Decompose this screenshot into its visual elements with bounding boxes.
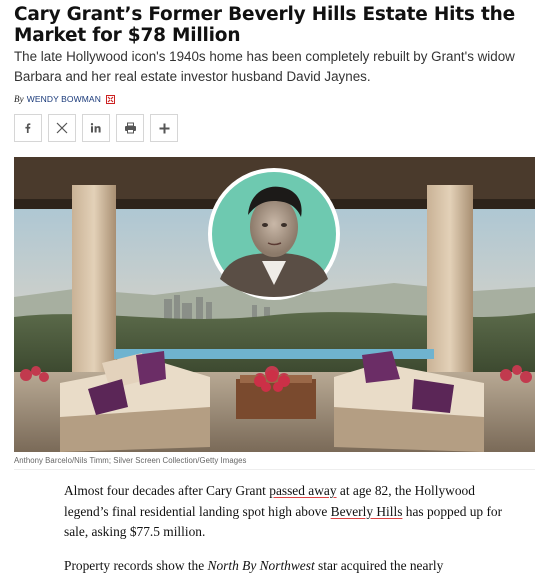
x-icon <box>56 122 68 134</box>
article-dek: The late Hollywood icon's 1940s home has… <box>14 49 515 84</box>
print-button[interactable] <box>116 114 144 142</box>
beverly-hills-link[interactable]: Beverly Hills <box>331 504 403 519</box>
paragraph-text: star acquired the nearly <box>314 558 444 573</box>
article-paragraph-2: Property records show the North By North… <box>64 556 504 577</box>
passed-away-link[interactable]: passed away <box>269 483 336 498</box>
photo-caption: Anthony Barcelo/Nils Timm; Silver Screen… <box>14 456 247 465</box>
paragraph-text: Almost four decades after Cary Grant <box>64 483 270 498</box>
x-share-button[interactable] <box>48 114 76 142</box>
paragraph-text: Property records show the <box>64 558 208 573</box>
plus-icon <box>159 123 169 133</box>
hero-image <box>14 157 535 452</box>
author-profile-icon[interactable] <box>105 94 115 104</box>
share-toolbar <box>14 114 178 142</box>
author-link[interactable]: Wendy Bowman <box>27 94 101 104</box>
article-paragraph-1: Almost four decades after Cary Grant pas… <box>64 481 504 543</box>
facebook-icon <box>25 123 31 133</box>
linkedin-icon <box>90 123 101 133</box>
print-icon <box>124 122 136 134</box>
byline-prefix: By <box>14 94 24 104</box>
article-headline: Cary Grant’s Former Beverly Hills Estate… <box>14 4 515 46</box>
facebook-share-button[interactable] <box>14 114 42 142</box>
linkedin-share-button[interactable] <box>82 114 110 142</box>
byline: By Wendy Bowman <box>14 94 115 104</box>
more-share-button[interactable] <box>150 114 178 142</box>
caption-divider <box>14 469 535 470</box>
film-title: North By Northwest <box>207 558 315 573</box>
